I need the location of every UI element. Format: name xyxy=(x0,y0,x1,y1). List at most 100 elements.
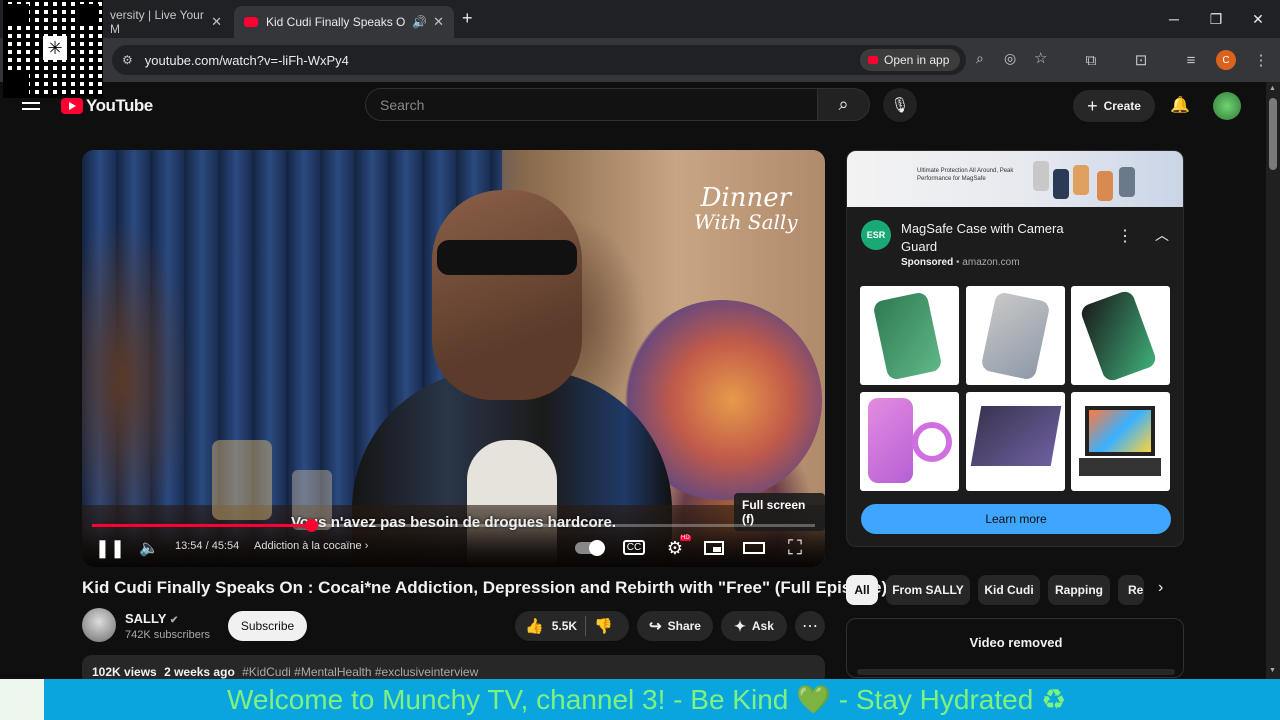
plus-icon: + xyxy=(1087,95,1098,116)
scroll-up-icon[interactable]: ▲ xyxy=(1269,85,1276,92)
hashtags[interactable]: #KidCudi #MentalHealth #exclusiveintervi… xyxy=(242,665,478,679)
eye-off-icon[interactable]: ◎ xyxy=(1004,50,1016,67)
upload-age: 2 weeks ago xyxy=(164,665,235,679)
ad-title[interactable]: MagSafe Case with Camera Guard xyxy=(901,220,1091,256)
youtube-icon xyxy=(868,56,878,64)
channel-name[interactable]: SALLY ✔ xyxy=(125,611,178,626)
man-head xyxy=(432,190,582,400)
pause-icon[interactable]: ❚❚ xyxy=(95,537,125,559)
youtube-logo[interactable]: YouTube xyxy=(61,96,153,116)
minimize-icon[interactable]: ─ xyxy=(1154,6,1194,32)
more-actions-icon[interactable]: ⋯ xyxy=(795,611,825,641)
tab-title: Kid Cudi Finally Speaks On : xyxy=(266,15,406,29)
ask-button[interactable]: ✦ Ask xyxy=(721,611,787,641)
chevron-right-icon[interactable]: › xyxy=(1158,579,1163,597)
close-icon[interactable]: ✕ xyxy=(433,14,444,30)
sponsored-label: Sponsored xyxy=(901,257,954,268)
page-scrollbar[interactable]: ▲ ▼ xyxy=(1266,82,1280,680)
product-thumbnail[interactable] xyxy=(966,286,1065,385)
ask-label: Ask xyxy=(751,619,774,633)
autoplay-toggle[interactable] xyxy=(574,537,605,559)
chip-from-sally[interactable]: From SALLY xyxy=(886,575,970,605)
media-controls-icon[interactable]: ≡ xyxy=(1180,49,1202,71)
voice-search-button[interactable]: 🎙 xyxy=(883,88,917,122)
video-player[interactable]: Dinner With Sally Full screen (f) Vous n… xyxy=(82,150,825,567)
ad-menu-kebab-icon[interactable]: ⋮ xyxy=(1117,226,1133,246)
collapse-chevron-icon[interactable]: ︿ xyxy=(1155,225,1169,245)
ad-card[interactable]: Ultimate Protection All Around, Peak Per… xyxy=(846,150,1184,547)
phone-image xyxy=(1033,161,1049,191)
like-dislike-group: 👍 5.5K 👎 xyxy=(515,611,629,641)
chapter-label: Addiction à la cocaïne xyxy=(254,540,362,552)
ticker-text: Welcome to Munchy TV, channel 3! - Be Ki… xyxy=(227,684,1067,715)
sparkle-icon: ✦ xyxy=(734,617,746,634)
menu-kebab-icon[interactable]: ⋮ xyxy=(1250,49,1272,71)
like-count[interactable]: 5.5K xyxy=(552,619,577,633)
miniplayer-icon[interactable] xyxy=(703,537,725,559)
divider xyxy=(585,616,587,636)
time-display: 13:54 / 45:54 xyxy=(175,540,240,552)
microphone-icon: 🎙 xyxy=(890,97,910,114)
thumbs-down-icon[interactable]: 👎 xyxy=(594,617,613,635)
browser-tab-active[interactable]: Kid Cudi Finally Speaks On : 🔊 ✕ xyxy=(234,6,454,38)
address-bar[interactable]: ⚙ youtube.com/watch?v=-liFh-WxPy4 Open i… xyxy=(112,45,1047,75)
tab-search-icon[interactable]: ⊡ xyxy=(1130,49,1152,71)
chip-truncated[interactable]: Re xyxy=(1118,575,1144,605)
share-button[interactable]: ↪ Share xyxy=(637,611,713,641)
progress-bar[interactable] xyxy=(92,519,815,532)
show-logo-line1: Dinner xyxy=(700,183,792,213)
tab-title: versity | Live Your M xyxy=(110,8,204,36)
product-thumbnail[interactable] xyxy=(966,392,1065,491)
chip-all[interactable]: All xyxy=(846,575,878,605)
learn-more-button[interactable]: Learn more xyxy=(861,504,1171,534)
zoom-icon[interactable]: ⌕ xyxy=(976,50,984,67)
subscribe-button[interactable]: Subscribe xyxy=(228,611,307,641)
progress-played xyxy=(92,524,311,527)
product-thumbnail[interactable] xyxy=(1071,392,1170,491)
profile-avatar[interactable]: C xyxy=(1216,50,1236,70)
open-in-app-button[interactable]: Open in app xyxy=(860,49,960,71)
hamburger-menu-icon[interactable] xyxy=(22,96,40,110)
new-tab-button[interactable]: + xyxy=(462,8,482,30)
removed-video-card: Video removed xyxy=(846,618,1184,678)
create-label: Create xyxy=(1103,99,1141,113)
speaker-icon[interactable]: 🔊 xyxy=(412,15,427,29)
volume-icon[interactable]: 🔈 xyxy=(138,537,160,559)
theater-mode-icon[interactable] xyxy=(742,537,766,559)
qr-center-logo-icon: ✳ xyxy=(43,36,67,60)
product-thumbnail[interactable] xyxy=(860,286,959,385)
thumbs-up-icon[interactable]: 👍 xyxy=(525,617,544,635)
search-button[interactable]: ⌕ xyxy=(818,88,870,121)
view-count: 102K views xyxy=(92,665,157,679)
close-icon[interactable]: ✕ xyxy=(211,14,222,30)
site-settings-icon[interactable]: ⚙ xyxy=(122,53,133,67)
ad-banner-image[interactable]: Ultimate Protection All Around, Peak Per… xyxy=(847,151,1183,207)
extensions-icon[interactable]: ⧉ xyxy=(1080,49,1102,71)
caption-text: Vous n'avez pas besoin de drogues hardco… xyxy=(290,514,617,531)
notifications-bell-icon[interactable]: 🔔 xyxy=(1170,95,1190,115)
account-avatar[interactable] xyxy=(1213,92,1241,120)
scrollbar-thumb[interactable] xyxy=(1269,98,1277,170)
chip-rapping[interactable]: Rapping xyxy=(1048,575,1110,605)
channel-name-text: SALLY xyxy=(125,611,167,626)
captions-icon[interactable]: CC xyxy=(623,540,645,555)
search-input[interactable]: Search xyxy=(365,88,818,121)
ad-domain: amazon.com xyxy=(962,257,1020,268)
advertiser-logo[interactable]: ESR xyxy=(861,220,891,250)
product-thumbnail[interactable] xyxy=(1071,286,1170,385)
restore-icon[interactable]: ❐ xyxy=(1196,6,1236,32)
fullscreen-icon[interactable]: ⛶ xyxy=(784,537,806,559)
chapter-title[interactable]: Addiction à la cocaïne › xyxy=(254,540,368,552)
scroll-down-icon[interactable]: ▼ xyxy=(1269,667,1276,674)
ad-banner-text: Ultimate Protection All Around, Peak Per… xyxy=(917,168,1014,182)
chip-kid-cudi[interactable]: Kid Cudi xyxy=(978,575,1040,605)
channel-avatar[interactable] xyxy=(82,608,116,642)
star-icon[interactable]: ☆ xyxy=(1034,49,1047,67)
product-thumbnail[interactable] xyxy=(860,392,959,491)
youtube-play-logo-icon xyxy=(61,98,83,114)
close-window-icon[interactable]: ✕ xyxy=(1238,6,1278,32)
youtube-logo-text: YouTube xyxy=(86,96,153,115)
open-in-app-label: Open in app xyxy=(884,53,950,67)
create-button[interactable]: + Create xyxy=(1073,90,1155,122)
browser-tab[interactable]: versity | Live Your M ✕ xyxy=(100,6,232,38)
